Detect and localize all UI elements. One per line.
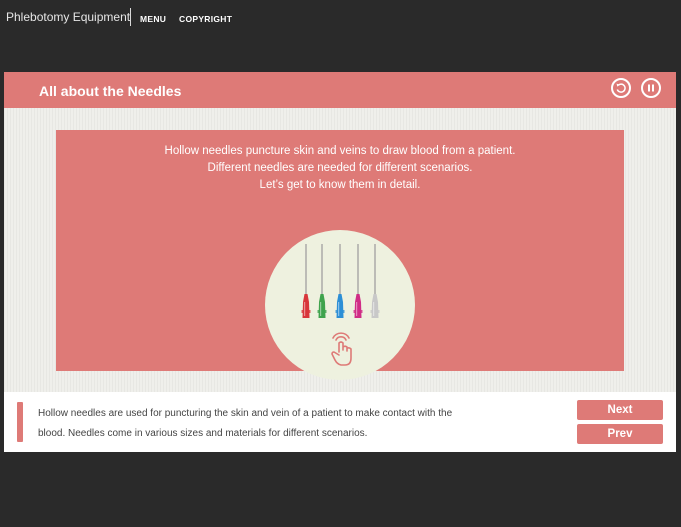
title-divider (130, 8, 131, 26)
needle (301, 244, 311, 318)
copyright-link[interactable]: COPYRIGHT (179, 14, 232, 24)
menu-link[interactable]: MENU (140, 14, 166, 24)
replay-button[interactable] (611, 78, 631, 98)
panel-header: All about the Needles (4, 72, 676, 108)
needles-illustration-button[interactable] (265, 230, 415, 380)
panel-title: All about the Needles (39, 83, 182, 99)
next-button[interactable]: Next (577, 400, 663, 420)
needle (317, 244, 327, 318)
narration-footer: Hollow needles are used for puncturing t… (4, 392, 676, 452)
content-card: Hollow needles puncture skin and veins t… (56, 130, 624, 380)
pause-icon (648, 84, 654, 92)
replay-icon (616, 83, 626, 93)
lesson-panel: All about the Needles Hollow needles pun… (4, 72, 676, 452)
narration-line-2: blood. Needles come in various sizes and… (38, 428, 368, 439)
narration-accent-bar (17, 402, 23, 442)
needle (370, 244, 380, 318)
intro-line-2: Different needles are needed for differe… (207, 162, 473, 174)
content-stage: Hollow needles puncture skin and veins t… (4, 108, 676, 392)
narration-line-1: Hollow needles are used for puncturing t… (38, 408, 453, 419)
needle (353, 244, 363, 318)
needles-illustration (301, 244, 380, 366)
prev-button[interactable]: Prev (577, 424, 663, 444)
pause-button[interactable] (641, 78, 661, 98)
top-bar: Phlebotomy Equipment MENU COPYRIGHT (0, 0, 681, 36)
needle (335, 244, 345, 318)
intro-text: Hollow needles puncture skin and veins t… (56, 143, 624, 194)
intro-line-1: Hollow needles puncture skin and veins t… (164, 145, 516, 157)
intro-line-3: Let’s get to know them in detail. (259, 179, 421, 191)
tap-hand-icon (331, 332, 352, 366)
narration-text: Hollow needles are used for puncturing t… (38, 404, 538, 444)
app-title: Phlebotomy Equipment (6, 10, 131, 24)
